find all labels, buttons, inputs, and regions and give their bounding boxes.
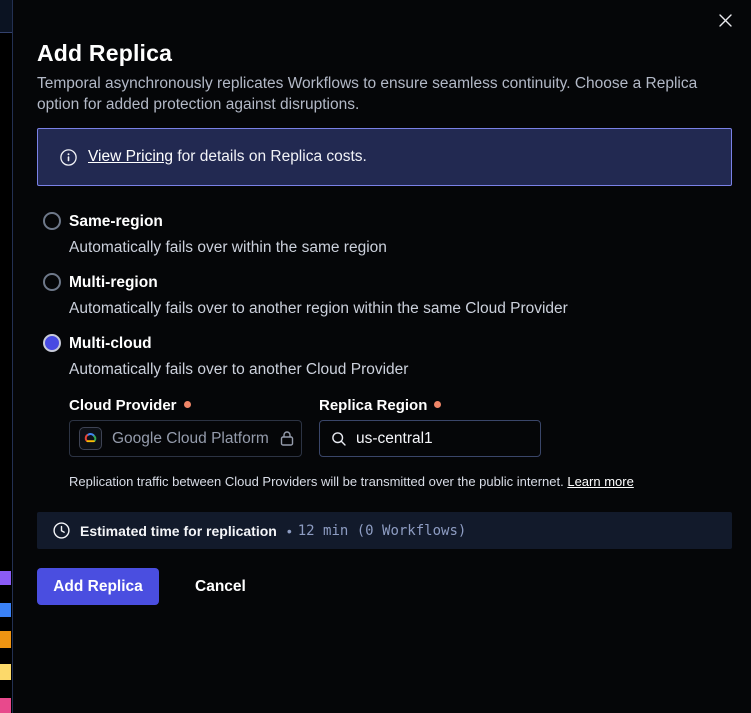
page: Add Replica Temporal asynchronously repl…	[0, 0, 751, 713]
option-label-same-region[interactable]: Same-region	[69, 213, 163, 231]
search-icon	[331, 431, 347, 447]
stripe-purple	[0, 571, 11, 585]
cloud-provider-field: Google Cloud Platform	[69, 420, 302, 457]
add-replica-dialog: Add Replica Temporal asynchronously repl…	[12, 0, 751, 713]
estimate-label: Estimated time for replication	[80, 523, 277, 539]
public-internet-note: Replication traffic between Cloud Provid…	[69, 474, 689, 489]
gcp-logo-icon	[79, 427, 102, 450]
stripe-orange	[0, 631, 11, 648]
estimate-value: 12 min (0 Workflows)	[298, 523, 467, 539]
required-dot	[184, 401, 191, 408]
learn-more-link[interactable]: Learn more	[567, 474, 633, 489]
cloud-provider-value: Google Cloud Platform	[112, 430, 269, 448]
backdrop-header-fragment	[0, 0, 12, 33]
stripe-blue	[0, 603, 11, 617]
radio-multi-cloud[interactable]	[43, 334, 61, 352]
dialog-description: Temporal asynchronously replicates Workf…	[37, 73, 727, 115]
view-pricing-link[interactable]: View Pricing	[88, 148, 173, 165]
replica-region-value: us-central1	[356, 430, 433, 448]
add-replica-button[interactable]: Add Replica	[37, 568, 159, 605]
replica-region-field[interactable]: us-central1	[319, 420, 541, 457]
option-label-multi-cloud[interactable]: Multi-cloud	[69, 335, 152, 353]
replica-region-label: Replica Region	[319, 397, 441, 414]
dialog-title: Add Replica	[37, 40, 172, 67]
stripe-pink	[0, 698, 11, 713]
pricing-info-banner: View Pricing for details on Replica cost…	[37, 128, 732, 186]
option-desc-same-region: Automatically fails over within the same…	[69, 239, 387, 257]
pricing-banner-text: View Pricing for details on Replica cost…	[88, 148, 367, 166]
pricing-banner-suffix: for details on Replica costs.	[173, 148, 367, 165]
required-dot	[434, 401, 441, 408]
cloud-provider-label: Cloud Provider	[69, 397, 191, 414]
info-icon	[60, 149, 77, 166]
radio-multi-region[interactable]	[43, 273, 61, 291]
radio-same-region[interactable]	[43, 212, 61, 230]
estimate-separator: •	[287, 523, 292, 539]
option-desc-multi-cloud: Automatically fails over to another Clou…	[69, 361, 408, 379]
backdrop-page-edge	[0, 0, 12, 713]
stripe-yellow	[0, 664, 11, 680]
cancel-button[interactable]: Cancel	[183, 568, 258, 605]
clock-icon	[53, 522, 70, 539]
estimate-banner: Estimated time for replication • 12 min …	[37, 512, 732, 549]
lock-icon	[279, 430, 295, 447]
option-desc-multi-region: Automatically fails over to another regi…	[69, 300, 568, 318]
close-icon[interactable]	[714, 9, 736, 31]
option-label-multi-region[interactable]: Multi-region	[69, 274, 158, 292]
